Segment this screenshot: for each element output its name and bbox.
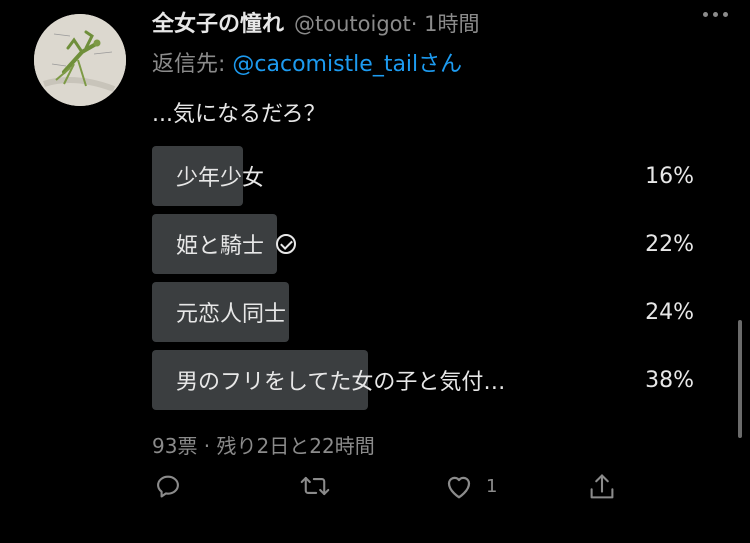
retweet-button[interactable] (300, 472, 330, 500)
reply-mention-link[interactable]: @cacomistle_tail (232, 52, 418, 77)
poll-option-label: 男のフリをしてた女の子と気付… (176, 370, 506, 395)
like-icon (447, 476, 471, 499)
share-icon (590, 474, 614, 499)
poll-meta: 93票 · 残り2日と22時間 (152, 434, 375, 458)
poll-option-percent: 22% (645, 231, 694, 257)
poll-option-label: 少年少女 (176, 166, 265, 191)
author-handle[interactable]: @toutoigot (294, 12, 411, 36)
poll-option: 男のフリをしてた女の子と気付… 38% (152, 350, 698, 410)
mantis-avatar-image (34, 14, 126, 106)
reply-prefix: 返信先: (152, 52, 233, 77)
more-options-icon[interactable] (703, 12, 728, 17)
action-bar: 1 (152, 472, 632, 512)
like-count: 1 (486, 475, 498, 497)
reply-suffix: さん (418, 52, 463, 77)
share-button[interactable] (588, 472, 616, 502)
poll-option: 姫と騎士 22% (152, 214, 698, 274)
reply-icon (157, 475, 179, 498)
poll-option-percent: 38% (645, 367, 694, 393)
reply-button[interactable] (154, 472, 182, 500)
poll-option: 少年少女 16% (152, 146, 698, 206)
poll-option: 元恋人同士 24% (152, 282, 698, 342)
poll-option-label: 元恋人同士 (176, 302, 287, 327)
retweet-icon (300, 476, 330, 496)
like-button[interactable]: 1 (444, 472, 497, 500)
poll-option-percent: 16% (645, 163, 694, 189)
author-name[interactable]: 全女子の憧れ (152, 6, 284, 38)
poll-option-label: 姫と騎士 (176, 234, 265, 259)
tweet-time[interactable]: · 1時間 (411, 8, 480, 38)
tweet-text: ...気になるだろ？ (152, 102, 326, 127)
reply-to-line: 返信先: @cacomistle_tailさん (152, 46, 462, 78)
avatar[interactable] (34, 14, 126, 106)
scrollbar[interactable] (738, 320, 742, 438)
tweet-header: 全女子の憧れ @toutoigot · 1時間 (152, 6, 730, 40)
poll-option-percent: 24% (645, 299, 694, 325)
poll: 少年少女 16% 姫と騎士 22% 元恋人同士 24% 男のフリをしてた女の子と… (152, 146, 698, 418)
voted-check-icon (276, 234, 297, 254)
